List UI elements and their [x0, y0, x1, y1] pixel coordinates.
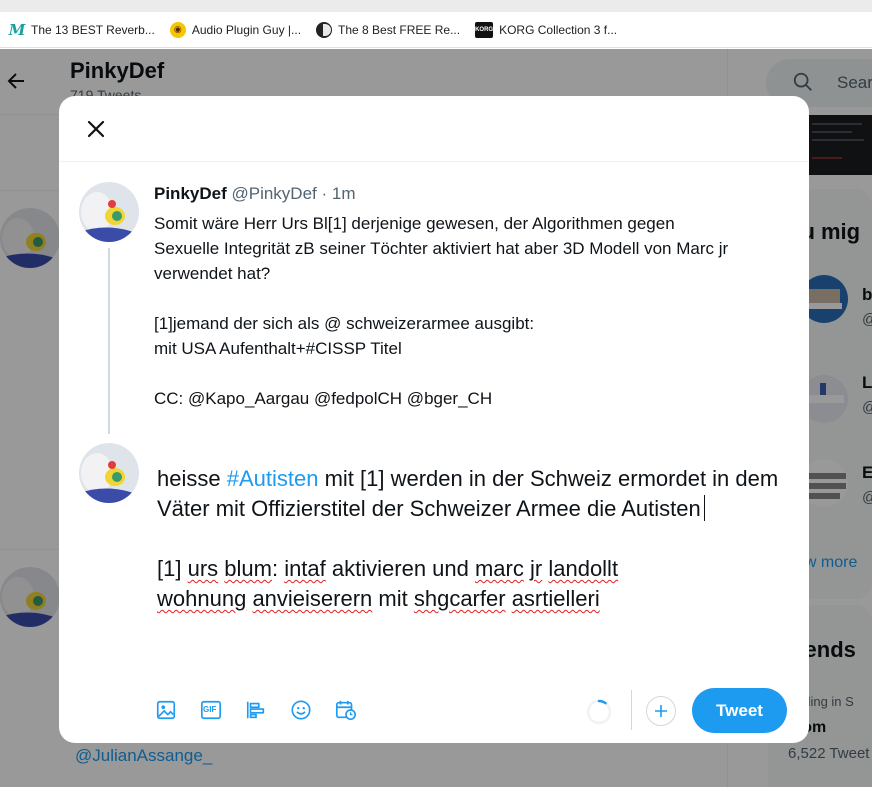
- tweet-line: [154, 361, 794, 386]
- bookmark-label: Audio Plugin Guy |...: [191, 22, 302, 37]
- tweet-line: verwendet hat?: [154, 264, 271, 283]
- misspelled-word: landollt: [548, 556, 619, 581]
- moon-icon: [316, 21, 333, 38]
- reply-modal: PinkyDef @PinkyDef · 1m Somit wäre Herr …: [59, 96, 809, 743]
- tweet-time[interactable]: 1m: [332, 184, 356, 203]
- tweet-line: mit USA Aufenthalt+#CISSP Titel: [154, 339, 402, 358]
- meta-separator: ·: [321, 184, 328, 203]
- modal-header: [59, 96, 809, 162]
- original-tweet-text: Somit wäre Herr Urs Bl[1] derjenige gewe…: [154, 211, 794, 411]
- hashtag-link[interactable]: #Autisten: [227, 466, 319, 491]
- tweet-line: CC: @Kapo_Aargau @fedpolCH @bger_CH: [154, 389, 493, 408]
- tweet-line: Somit wäre Herr Urs Bl[1] derjenige gewe…: [154, 214, 675, 233]
- korg-icon: KORG: [475, 21, 494, 38]
- schedule-icon: [336, 700, 356, 720]
- audio-plugin-guy-icon: ◉: [169, 21, 186, 38]
- poll-icon: [246, 701, 265, 719]
- close-button[interactable]: [79, 112, 113, 146]
- reply-text: :: [271, 556, 285, 581]
- original-author-avatar[interactable]: [79, 182, 139, 242]
- tweet-button[interactable]: Tweet: [692, 688, 787, 733]
- bookmark-label: The 13 BEST Reverb...: [31, 22, 155, 37]
- misspelled-word: shgcarfer: [413, 586, 506, 611]
- schedule-button[interactable]: [329, 693, 363, 727]
- author-handle[interactable]: @PinkyDef: [231, 184, 316, 203]
- add-tweet-button[interactable]: [646, 696, 676, 726]
- misspelled-word: urs: [187, 556, 219, 581]
- misspelled-word: anvieiserern: [252, 586, 373, 611]
- media-button[interactable]: [149, 693, 183, 727]
- toolbar-divider: [631, 690, 632, 730]
- poll-button[interactable]: [239, 693, 273, 727]
- misspelled-word: intaf: [284, 556, 326, 581]
- reply-text: aktivieren und: [325, 556, 475, 581]
- user-avatar[interactable]: [79, 443, 139, 503]
- image-icon: [156, 700, 176, 720]
- tweet-line: [1]jemand der sich als @ schweizerarmee …: [154, 314, 535, 333]
- reply-text: mit: [372, 586, 414, 611]
- misspelled-word: wohnung: [157, 586, 247, 611]
- tweet-line: [154, 286, 794, 311]
- emoji-button[interactable]: [284, 693, 318, 727]
- emoji-icon: [291, 700, 311, 720]
- original-tweet-meta: PinkyDef @PinkyDef · 1m: [154, 184, 356, 204]
- tweet-line: Sexuelle Integrität zB seiner Töchter ak…: [154, 239, 729, 258]
- thread-connector: [108, 248, 110, 434]
- misspelled-word: marc: [474, 556, 524, 581]
- reply-text: [1]: [157, 556, 188, 581]
- text-cursor: [703, 495, 705, 521]
- gif-button[interactable]: GIF: [194, 693, 228, 727]
- misspelled-word: blum: [224, 556, 272, 581]
- bookmark-korg[interactable]: KORG KORG Collection 3 f...: [470, 18, 622, 42]
- reply-text-area[interactable]: heisse #Autisten mit [1] werden in der S…: [157, 464, 793, 614]
- author-display-name[interactable]: PinkyDef: [154, 184, 227, 203]
- bookmark-free-reverb[interactable]: The 8 Best FREE Re...: [311, 18, 465, 42]
- gif-label: GIF: [203, 705, 217, 714]
- bookmark-audio-plugin-guy[interactable]: ◉ Audio Plugin Guy |...: [165, 18, 306, 42]
- bookmark-label: The 8 Best FREE Re...: [338, 22, 461, 37]
- close-icon: [87, 120, 105, 138]
- misspelled-word: asrtielleri: [511, 586, 600, 611]
- bookmarks-bar: M The 13 BEST Reverb... ◉ Audio Plugin G…: [0, 12, 872, 48]
- misspelled-word: jr: [530, 556, 543, 581]
- script-m-icon: M: [8, 20, 26, 39]
- reply-text: heisse: [157, 466, 227, 491]
- browser-tab-strip: [0, 0, 872, 12]
- bookmark-label: KORG Collection 3 f...: [499, 22, 618, 37]
- plus-icon: [655, 705, 667, 717]
- bookmark-reverb[interactable]: M The 13 BEST Reverb...: [4, 18, 160, 42]
- character-count-ring: [586, 699, 612, 725]
